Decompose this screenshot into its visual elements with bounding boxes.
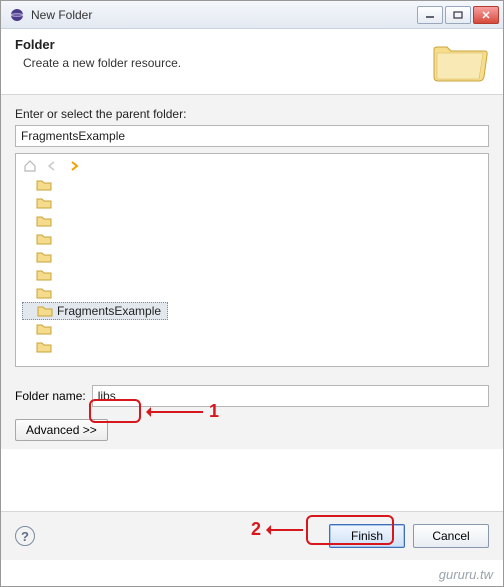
folder-icon	[36, 268, 52, 282]
tree-toolbar	[22, 158, 482, 174]
folder-icon	[37, 304, 53, 318]
folder-large-icon	[429, 37, 489, 83]
tree-item[interactable]	[22, 248, 482, 266]
tree-item[interactable]	[22, 320, 482, 338]
window-title: New Folder	[31, 8, 417, 22]
cancel-button[interactable]: Cancel	[413, 524, 489, 548]
home-icon[interactable]	[22, 158, 38, 174]
tree-item-selected[interactable]: FragmentsExample	[22, 302, 168, 320]
tree-item[interactable]	[22, 230, 482, 248]
tree-item[interactable]	[22, 338, 482, 356]
folder-icon	[36, 322, 52, 336]
folder-icon	[36, 286, 52, 300]
folder-icon	[36, 250, 52, 264]
advanced-button[interactable]: Advanced >>	[15, 419, 108, 441]
minimize-button[interactable]	[417, 6, 443, 24]
folder-tree[interactable]: FragmentsExample	[15, 153, 489, 367]
help-icon[interactable]: ?	[15, 526, 35, 546]
forward-icon[interactable]	[66, 158, 82, 174]
titlebar: New Folder	[1, 1, 503, 29]
eclipse-icon	[9, 7, 25, 23]
parent-folder-label: Enter or select the parent folder:	[15, 107, 489, 121]
maximize-button[interactable]	[445, 6, 471, 24]
tree-item-label: FragmentsExample	[57, 304, 161, 318]
tree-item[interactable]	[22, 194, 482, 212]
tree-item[interactable]	[22, 266, 482, 284]
close-button[interactable]	[473, 6, 499, 24]
back-icon[interactable]	[44, 158, 60, 174]
folder-icon	[36, 178, 52, 192]
folder-name-row: Folder name:	[15, 385, 489, 407]
watermark: gururu.tw	[439, 567, 493, 582]
folder-icon	[36, 340, 52, 354]
dialog-title: Folder	[15, 37, 489, 52]
tree-item[interactable]	[22, 212, 482, 230]
window-controls	[417, 6, 499, 24]
tree-item[interactable]	[22, 176, 482, 194]
folder-icon	[36, 232, 52, 246]
folder-name-label: Folder name:	[15, 389, 86, 403]
dialog-body: Enter or select the parent folder: Fragm…	[1, 95, 503, 449]
finish-button[interactable]: Finish	[329, 524, 405, 548]
footer-buttons: Finish Cancel	[329, 524, 489, 548]
tree-item[interactable]	[22, 284, 482, 302]
dialog-header: Folder Create a new folder resource.	[1, 29, 503, 95]
folder-icon	[36, 214, 52, 228]
folder-icon	[36, 196, 52, 210]
dialog-subtitle: Create a new folder resource.	[23, 56, 489, 70]
dialog-footer: ? Finish Cancel	[1, 511, 503, 560]
parent-folder-input[interactable]	[15, 125, 489, 147]
folder-name-input[interactable]	[92, 385, 489, 407]
